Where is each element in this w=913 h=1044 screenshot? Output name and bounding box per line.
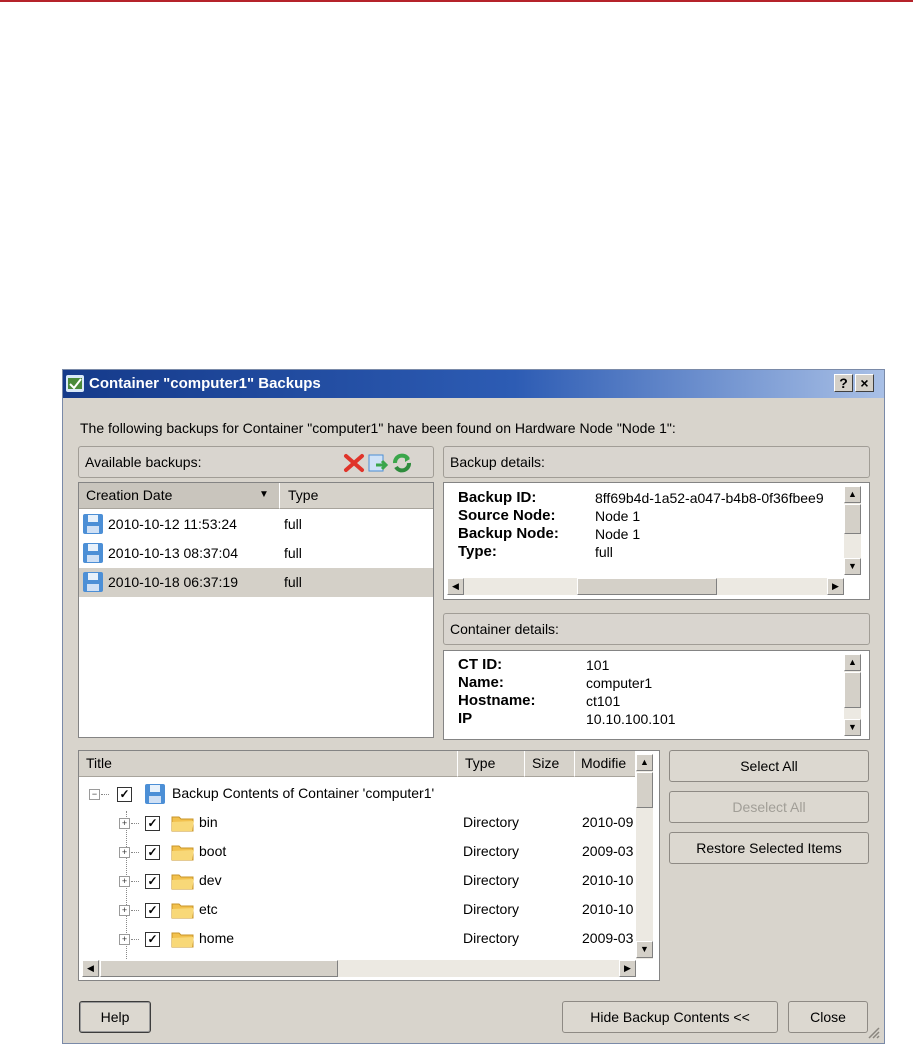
contents-hscroll[interactable]: ◀ ▶ [82,960,636,977]
scroll-up-arrow-icon[interactable]: ▲ [636,754,653,771]
backup-disk-icon [83,543,103,563]
column-title[interactable]: Title [79,751,457,777]
backup-contents-tree[interactable]: Title Type Size Modifie − ✓ Backup Conte… [78,750,660,981]
available-backups-label: Available backups: [85,454,202,470]
expand-icon[interactable]: + [119,818,130,829]
restore-selected-items-button[interactable]: Restore Selected Items [669,832,869,864]
item-checkbox[interactable]: ✓ [145,903,160,918]
folder-icon [171,845,194,861]
backups-dialog: Container "computer1" Backups ? × The fo… [62,369,885,1044]
hide-backup-contents-button[interactable]: Hide Backup Contents << [562,1001,778,1033]
tree-item-row[interactable]: + ✓ boot Directory 2009-03 [79,838,635,867]
scroll-right-arrow-icon[interactable]: ▶ [619,960,636,977]
scroll-thumb[interactable] [636,772,653,808]
item-checkbox[interactable]: ✓ [145,932,160,947]
expand-icon[interactable]: + [119,876,130,887]
delete-icon[interactable] [343,452,365,474]
backup-row[interactable]: 2010-10-12 11:53:24 full [79,510,433,539]
column-size[interactable]: Size [524,751,574,777]
expand-icon[interactable]: + [119,934,130,945]
sort-desc-icon: ▼ [259,489,269,500]
collapse-icon[interactable]: − [89,789,100,800]
tree-item-row[interactable]: + ✓ bin Directory 2010-09 [79,809,635,838]
backup-details-fields: Backup ID: 8ff69b4d-1a52-a047-b4b8-0f36fb… [458,489,824,560]
scroll-down-arrow-icon[interactable]: ▼ [636,941,653,958]
scroll-down-arrow-icon[interactable]: ▼ [844,558,861,575]
tree-item-row[interactable]: + ✓ home Directory 2009-03 [79,925,635,954]
tree-item-row[interactable]: + ✓ dev Directory 2010-10 [79,867,635,896]
app-icon [66,375,84,392]
root-checkbox[interactable]: ✓ [117,787,132,802]
backup-disk-icon [83,572,103,592]
backup-details-label: Backup details: [450,454,545,470]
column-type[interactable]: Type [279,483,433,509]
window-close-button[interactable]: × [855,374,874,392]
item-checkbox[interactable]: ✓ [145,816,160,831]
backup-row[interactable]: 2010-10-13 08:37:04 full [79,539,433,568]
backup-details-vscroll[interactable]: ▲ ▼ [844,486,861,575]
intro-text: The following backups for Container "com… [80,420,676,436]
backup-details-box: Backup ID: 8ff69b4d-1a52-a047-b4b8-0f36fb… [443,482,870,600]
backup-row-selected[interactable]: 2010-10-18 06:37:19 full [79,568,433,597]
scroll-right-arrow-icon[interactable]: ▶ [827,578,844,595]
column-creation-date[interactable]: Creation Date ▼ [79,483,279,509]
column-type[interactable]: Type [457,751,524,777]
item-checkbox[interactable]: ✓ [145,874,160,889]
page-top-accent-line [0,0,913,2]
available-backups-header: Available backups: [78,446,434,478]
backup-disk-icon [83,514,103,534]
scroll-up-arrow-icon[interactable]: ▲ [844,654,861,671]
backup-details-hscroll[interactable]: ◀ ▶ [447,578,844,595]
tree-item-row[interactable]: + ✓ etc Directory 2010-10 [79,896,635,925]
backup-details-header: Backup details: [443,446,870,478]
title-bar[interactable]: Container "computer1" Backups ? × [63,370,884,398]
column-modified[interactable]: Modifie [574,751,635,777]
container-details-label: Container details: [450,621,559,637]
folder-icon [171,874,194,890]
context-help-button[interactable]: ? [834,374,853,392]
refresh-icon[interactable] [391,452,413,474]
scroll-left-arrow-icon[interactable]: ◀ [447,578,464,595]
scroll-thumb[interactable] [100,960,338,977]
expand-icon[interactable]: + [119,905,130,916]
backup-disk-icon [145,784,165,804]
container-details-header: Container details: [443,613,870,645]
help-button[interactable]: Help [79,1001,151,1033]
folder-icon [171,932,194,948]
container-details-box: CT ID: 101 Name: computer1 Hostname: ct101 … [443,650,870,740]
restore-icon[interactable] [367,452,389,474]
resize-grip-icon[interactable] [866,1025,880,1039]
available-backups-list[interactable]: Creation Date ▼ Type 2010-10-12 11:53:24… [78,482,434,738]
tree-root-row[interactable]: − ✓ Backup Contents of Container 'comput… [79,780,635,809]
contents-vscroll[interactable]: ▲ ▼ [636,754,653,959]
scroll-down-arrow-icon[interactable]: ▼ [844,719,861,736]
scroll-thumb[interactable] [844,504,861,534]
select-all-button[interactable]: Select All [669,750,869,782]
folder-icon [171,816,194,832]
scroll-thumb[interactable] [577,578,717,595]
close-button[interactable]: Close [788,1001,868,1033]
deselect-all-button[interactable]: Deselect All [669,791,869,823]
folder-icon [171,903,194,919]
scroll-thumb[interactable] [844,672,861,708]
expand-icon[interactable]: + [119,847,130,858]
container-details-fields: CT ID: 101 Name: computer1 Hostname: ct101 … [458,656,676,727]
window-title: Container "computer1" Backups [89,375,321,392]
scroll-up-arrow-icon[interactable]: ▲ [844,486,861,503]
scroll-left-arrow-icon[interactable]: ◀ [82,960,99,977]
item-checkbox[interactable]: ✓ [145,845,160,860]
container-details-vscroll[interactable]: ▲ ▼ [844,654,861,736]
